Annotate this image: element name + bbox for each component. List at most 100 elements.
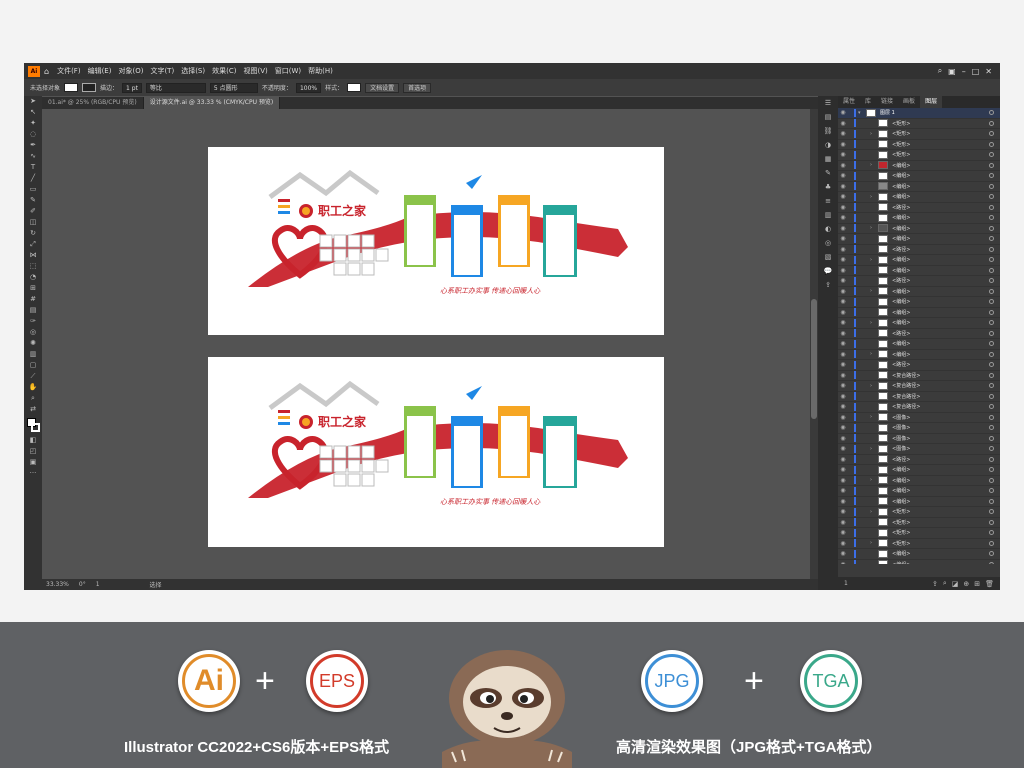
panel-tab-3[interactable]: 链接 <box>876 96 898 108</box>
target-circle-icon[interactable] <box>989 561 994 564</box>
layer-row[interactable]: ◉ <矩形> <box>838 119 1000 129</box>
layer-row[interactable]: ◉ › <编组> <box>838 318 1000 329</box>
visibility-eye-icon[interactable]: ◉ <box>838 351 848 358</box>
target-circle-icon[interactable] <box>989 519 994 525</box>
visibility-eye-icon[interactable]: ◉ <box>838 109 848 116</box>
target-circle-icon[interactable] <box>989 225 994 231</box>
expand-arrow-icon[interactable]: ▾ <box>858 110 866 116</box>
visibility-eye-icon[interactable]: ◉ <box>838 214 848 221</box>
drawing-mode-icon[interactable]: ◰ <box>24 446 42 457</box>
layer-row[interactable]: ◉ › <编组> <box>838 350 1000 360</box>
target-circle-icon[interactable] <box>989 299 994 304</box>
layer-row[interactable]: ◉ <路径> <box>838 203 1000 213</box>
target-circle-icon[interactable] <box>989 393 994 399</box>
expand-arrow-icon[interactable]: › <box>870 225 878 231</box>
target-circle-icon[interactable] <box>989 509 994 514</box>
layer-row[interactable]: ◉ <编组> <box>838 497 1000 507</box>
layer-row[interactable]: ◉ <路径> <box>838 329 1000 339</box>
layer-row[interactable]: ◉ <图像> <box>838 423 1000 434</box>
rotation-angle[interactable]: 0° <box>79 581 86 588</box>
layer-row[interactable]: ◉ › <图像> <box>838 444 1000 455</box>
visibility-eye-icon[interactable]: ◉ <box>838 393 848 400</box>
canvas-area[interactable]: 职工之家 心系职工办实事 传递心回暖人心 职工之家 心系职工办实事 传递心回暖人… <box>42 109 818 579</box>
menu-edit[interactable]: 编辑(E) <box>88 66 112 76</box>
swatches-icon[interactable]: ▦ <box>818 152 838 166</box>
minimize-button[interactable]: – <box>962 67 966 76</box>
visibility-eye-icon[interactable]: ◉ <box>838 172 848 179</box>
expand-arrow-icon[interactable]: › <box>870 320 878 326</box>
visibility-eye-icon[interactable]: ◉ <box>838 183 848 190</box>
visibility-eye-icon[interactable]: ◉ <box>838 519 848 526</box>
visibility-eye-icon[interactable]: ◉ <box>838 288 848 295</box>
mesh-tool-icon[interactable]: # <box>24 294 42 305</box>
layer-row[interactable]: ◉ › <复合路径> <box>838 381 1000 392</box>
layer-row[interactable]: ◉ <编组> <box>838 308 1000 318</box>
layer-row[interactable]: ◉ <编组> <box>838 486 1000 497</box>
more-tools-icon[interactable]: ··· <box>24 468 42 479</box>
layer-row[interactable]: ◉ <矩形> <box>838 528 1000 539</box>
visibility-eye-icon[interactable]: ◉ <box>838 130 848 137</box>
lasso-tool-icon[interactable]: ◌ <box>24 129 42 140</box>
export-icon[interactable]: ⇪ <box>818 278 838 292</box>
new-sublayer-icon[interactable]: ⊕ <box>963 580 969 588</box>
visibility-eye-icon[interactable]: ◉ <box>838 372 848 379</box>
target-circle-icon[interactable] <box>989 162 994 168</box>
search-icon[interactable]: ⌕ <box>938 66 942 76</box>
layer-row-top[interactable]: ◉ ▾ 图层 1 <box>838 108 1000 119</box>
target-circle-icon[interactable] <box>989 194 994 199</box>
expand-arrow-icon[interactable]: › <box>870 257 878 263</box>
layer-row[interactable]: ◉ <编组> <box>838 171 1000 182</box>
target-circle-icon[interactable] <box>989 141 994 147</box>
visibility-eye-icon[interactable]: ◉ <box>838 498 848 505</box>
target-circle-icon[interactable] <box>989 351 994 357</box>
shape-builder-tool-icon[interactable]: ◔ <box>24 272 42 283</box>
expand-arrow-icon[interactable]: › <box>870 351 878 357</box>
style-swatch[interactable] <box>347 83 362 92</box>
layer-row[interactable]: ◉ <编组> <box>838 549 1000 560</box>
layer-row[interactable]: ◉ <编组> <box>838 266 1000 276</box>
visibility-eye-icon[interactable]: ◉ <box>838 141 848 148</box>
visibility-eye-icon[interactable]: ◉ <box>838 330 848 337</box>
close-button[interactable]: ✕ <box>985 67 992 76</box>
target-circle-icon[interactable] <box>989 288 994 294</box>
properties-icon[interactable]: ☰ <box>818 96 838 110</box>
magic-wand-tool-icon[interactable]: ✦ <box>24 118 42 129</box>
target-circle-icon[interactable] <box>989 173 994 178</box>
visibility-eye-icon[interactable]: ◉ <box>838 529 848 536</box>
target-circle-icon[interactable] <box>989 236 994 241</box>
fill-swatch[interactable] <box>64 83 79 92</box>
color-icon[interactable]: ◑ <box>818 138 838 152</box>
target-circle-icon[interactable] <box>989 477 994 483</box>
layer-row[interactable]: ◉ › <编组> <box>838 476 1000 486</box>
expand-arrow-icon[interactable]: › <box>870 509 878 515</box>
comments-icon[interactable]: 💬 <box>818 264 838 278</box>
stroke-swatch[interactable] <box>82 83 97 92</box>
expand-arrow-icon[interactable]: › <box>870 383 878 389</box>
layer-row[interactable]: ◉ <路径> <box>838 360 1000 371</box>
layer-row[interactable]: ◉ <编组> <box>838 465 1000 476</box>
target-circle-icon[interactable] <box>989 404 994 409</box>
layer-row[interactable]: ◉ <矩形> <box>838 150 1000 161</box>
rotate-tool-icon[interactable]: ↻ <box>24 228 42 239</box>
panel-tab-2[interactable]: 库 <box>860 96 876 108</box>
stroke-icon[interactable]: ≡ <box>818 194 838 208</box>
symbols-icon[interactable]: ♣ <box>818 180 838 194</box>
target-circle-icon[interactable] <box>989 257 994 262</box>
visibility-eye-icon[interactable]: ◉ <box>838 162 848 169</box>
visibility-eye-icon[interactable]: ◉ <box>838 267 848 274</box>
expand-arrow-icon[interactable]: › <box>870 446 878 452</box>
layer-row[interactable]: ◉ <复合路径> <box>838 371 1000 381</box>
libraries-icon[interactable]: ▤ <box>818 110 838 124</box>
target-circle-icon[interactable] <box>989 498 994 504</box>
visibility-eye-icon[interactable]: ◉ <box>838 120 848 127</box>
screen-mode-icon[interactable]: ▣ <box>24 457 42 468</box>
target-circle-icon[interactable] <box>989 540 994 546</box>
line-tool-icon[interactable]: ╱ <box>24 173 42 184</box>
visibility-eye-icon[interactable]: ◉ <box>838 225 848 232</box>
layer-row[interactable]: ◉ <编组> <box>838 297 1000 308</box>
target-circle-icon[interactable] <box>989 330 994 336</box>
layer-row[interactable]: ◉ <矩形> <box>838 518 1000 528</box>
graphic-styles-icon[interactable]: ▧ <box>818 250 838 264</box>
locate-object-icon[interactable]: ⌕ <box>943 579 947 588</box>
opacity-field[interactable]: 100% <box>295 82 322 93</box>
